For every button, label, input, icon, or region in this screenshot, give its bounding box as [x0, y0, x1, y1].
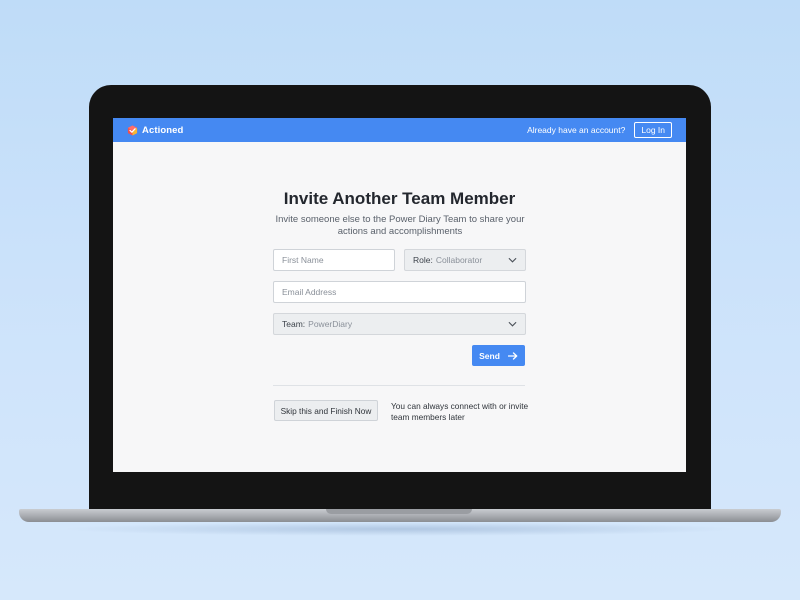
email-placeholder: Email Address	[282, 287, 337, 297]
team-label: Team:	[282, 319, 306, 329]
connect-later-hint: You can always connect with or invite te…	[391, 401, 529, 422]
role-select-text: Role: Collaborator	[413, 255, 482, 265]
chevron-down-icon	[508, 257, 517, 263]
role-value: Collaborator	[435, 255, 483, 265]
role-select[interactable]: Role: Collaborator	[404, 249, 526, 271]
logo-icon	[127, 124, 138, 136]
first-name-input[interactable]: First Name	[273, 249, 395, 271]
page-title: Invite Another Team Member	[283, 189, 516, 208]
team-select[interactable]: Team: PowerDiary	[273, 313, 526, 335]
send-button[interactable]: Send	[472, 345, 525, 366]
send-label: Send	[479, 350, 500, 361]
chevron-down-icon	[508, 321, 517, 327]
first-name-placeholder: First Name	[282, 255, 324, 265]
topbar-right: Already have an account? Log In	[527, 122, 672, 138]
skip-finish-button[interactable]: Skip this and Finish Now	[274, 400, 378, 421]
laptop-shadow	[60, 522, 740, 536]
login-button[interactable]: Log In	[634, 122, 672, 138]
brand[interactable]: Actioned	[127, 125, 183, 136]
laptop-notch	[326, 509, 472, 514]
email-input[interactable]: Email Address	[273, 281, 526, 303]
arrow-right-icon	[507, 351, 518, 360]
team-value: PowerDiary	[308, 319, 353, 329]
page-subtitle: Invite someone else to the Power Diary T…	[275, 214, 525, 237]
account-prompt: Already have an account?	[527, 125, 626, 135]
app-screen: Actioned Already have an account? Log In…	[113, 118, 686, 472]
divider	[273, 385, 525, 386]
brand-name: Actioned	[142, 124, 184, 136]
top-bar: Actioned Already have an account? Log In	[113, 118, 686, 142]
role-label: Role:	[413, 255, 433, 265]
team-select-text: Team: PowerDiary	[282, 319, 352, 329]
